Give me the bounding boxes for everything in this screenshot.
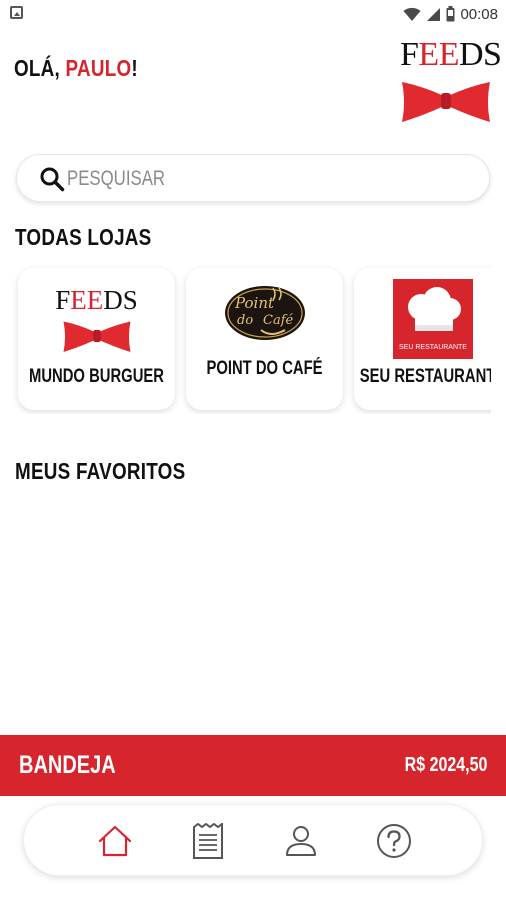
- brand-logo: FEEDS: [400, 36, 502, 130]
- search-input[interactable]: [67, 163, 387, 195]
- search-icon[interactable]: [39, 166, 65, 192]
- tray-label: BANDEJA: [19, 751, 116, 779]
- battery-icon: [446, 6, 455, 22]
- feeds-bowtie-logo: FEEDS: [18, 278, 175, 363]
- stores-carousel[interactable]: FEEDS MUNDO BURGUER Point do Café POINT …: [0, 264, 491, 414]
- nav-help[interactable]: [359, 805, 429, 877]
- signal-icon: [427, 7, 441, 21]
- wifi-icon: [403, 7, 421, 21]
- store-name: POINT DO CAFÉ: [206, 358, 323, 379]
- greeting-suffix: !: [131, 55, 138, 81]
- point-do-cafe-logo: Point do Café: [186, 276, 343, 348]
- nav-orders[interactable]: [173, 805, 243, 877]
- bottom-nav: [23, 804, 483, 876]
- greeting-prefix: OLÁ,: [14, 55, 66, 81]
- search-bar[interactable]: [16, 154, 490, 202]
- status-icons: 00:08: [403, 4, 498, 24]
- status-time: 00:08: [460, 5, 498, 23]
- status-bar: 00:08: [0, 0, 506, 28]
- svg-text:Point: Point: [234, 294, 275, 312]
- home-icon[interactable]: [97, 824, 133, 858]
- svg-text:SEU RESTAURANTE: SEU RESTAURANTE: [399, 344, 467, 351]
- nav-home[interactable]: [80, 805, 150, 877]
- tray-bar[interactable]: BANDEJA R$ 2024,50: [0, 735, 506, 796]
- bowtie-icon: [63, 321, 130, 352]
- brand-wordmark: FEEDS: [400, 36, 502, 73]
- chef-hat-logo: SEU RESTAURANTE: [354, 278, 491, 360]
- help-icon[interactable]: [376, 823, 412, 859]
- nav-profile[interactable]: [266, 805, 336, 877]
- store-card-mundo-burguer[interactable]: FEEDS MUNDO BURGUER: [18, 268, 175, 410]
- favorites-section-title: MEUS FAVORITOS: [15, 458, 186, 484]
- receipt-icon[interactable]: [192, 823, 224, 859]
- greeting: OLÁ, PAULO!: [14, 55, 138, 82]
- user-name: PAULO: [65, 55, 132, 81]
- tray-total: R$ 2024,50: [404, 754, 487, 776]
- app-notification-icon: [10, 6, 23, 19]
- bowtie-icon: [402, 82, 490, 122]
- stores-section-title: TODAS LOJAS: [15, 224, 152, 250]
- user-icon[interactable]: [285, 825, 317, 857]
- store-name: SEU RESTAURANTE: [359, 366, 491, 387]
- svg-text:do: do: [237, 313, 253, 328]
- store-card-point-do-cafe[interactable]: Point do Café POINT DO CAFÉ: [186, 268, 343, 410]
- store-name: MUNDO BURGUER: [28, 366, 165, 387]
- store-card-seu-restaurante[interactable]: SEU RESTAURANTE SEU RESTAURANTE: [354, 268, 491, 410]
- svg-text:Café: Café: [263, 313, 294, 328]
